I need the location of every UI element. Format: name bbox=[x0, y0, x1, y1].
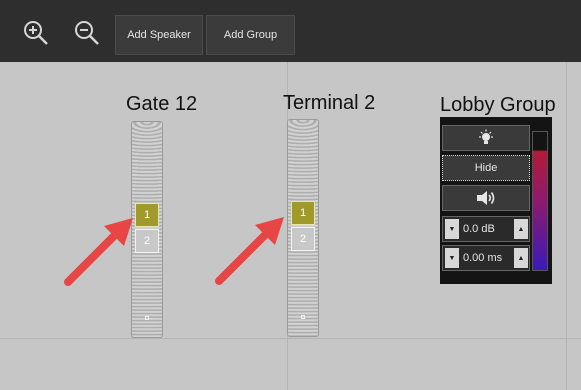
speaker-title: Gate 12 bbox=[126, 93, 198, 115]
speaker-handle[interactable] bbox=[301, 315, 305, 319]
increment-icon[interactable]: ▲ bbox=[514, 248, 528, 268]
speaker-volume-icon[interactable] bbox=[442, 185, 530, 211]
increment-icon[interactable]: ▲ bbox=[514, 219, 528, 239]
zoom-in-icon[interactable] bbox=[22, 19, 50, 47]
gain-spinner[interactable]: ▼ 0.0 dB ▲ bbox=[442, 216, 530, 242]
speaker-handle[interactable] bbox=[145, 316, 149, 320]
zoom-out-icon[interactable] bbox=[73, 19, 101, 47]
speaker-number-2[interactable]: 2 bbox=[291, 227, 315, 251]
group-panel: Hide ▼ 0.0 dB ▲ ▼ 0.00 ms ▲ bbox=[440, 117, 552, 284]
decrement-icon[interactable]: ▼ bbox=[445, 248, 459, 268]
decrement-icon[interactable]: ▼ bbox=[445, 219, 459, 239]
add-speaker-button[interactable]: Add Speaker bbox=[115, 15, 203, 55]
speaker-column[interactable]: 1 2 bbox=[131, 121, 163, 338]
lightbulb-icon[interactable] bbox=[442, 125, 530, 151]
speaker-column[interactable]: 1 2 bbox=[287, 119, 319, 337]
speaker-number-1[interactable]: 1 bbox=[135, 203, 159, 227]
grid-line bbox=[566, 62, 567, 390]
gain-value[interactable]: 0.0 dB bbox=[463, 223, 495, 235]
group-title: Lobby Group bbox=[440, 94, 556, 116]
speaker-number-2[interactable]: 2 bbox=[135, 229, 159, 253]
delay-value[interactable]: 0.00 ms bbox=[463, 252, 502, 264]
delay-spinner[interactable]: ▼ 0.00 ms ▲ bbox=[442, 245, 530, 271]
speaker-title: Terminal 2 bbox=[283, 92, 376, 114]
hide-button[interactable]: Hide bbox=[442, 155, 530, 181]
speaker-number-1[interactable]: 1 bbox=[291, 201, 315, 225]
grid-line bbox=[0, 338, 581, 339]
add-group-button[interactable]: Add Group bbox=[206, 15, 295, 55]
toolbar: Add Speaker Add Group bbox=[0, 0, 581, 62]
level-meter bbox=[532, 131, 548, 271]
